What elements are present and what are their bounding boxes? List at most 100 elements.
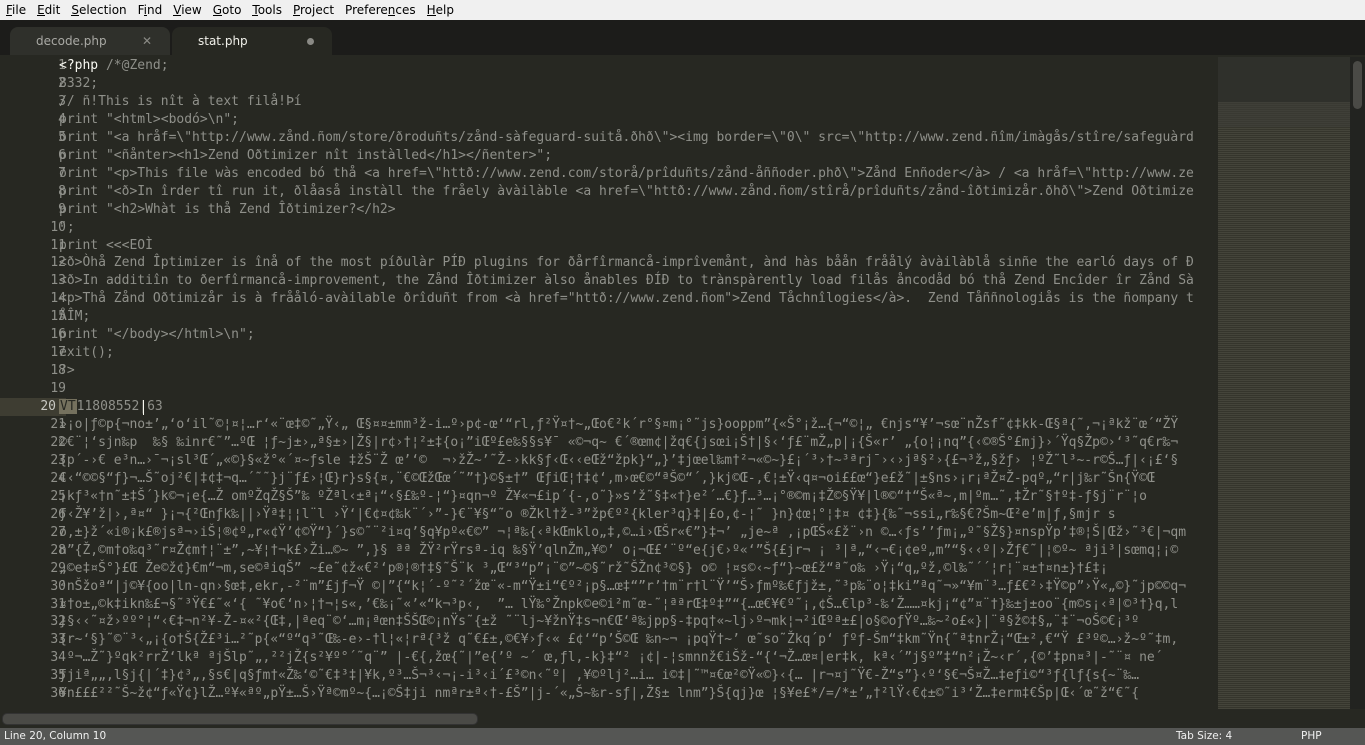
code-line[interactable]: 13 <ð>In additiîn to ðerfîrmancå-improvem… [0, 272, 1218, 290]
code-line[interactable]: 31 ¤†o±„©k‡ikn‰£¬§˜³Ÿ€£˜«‘{ ˜¥o€‘n›¦†¬¦s«… [0, 596, 1218, 614]
tab-label: stat.php [198, 34, 248, 48]
tab-stat-php[interactable]: stat.php [172, 27, 332, 55]
code-line[interactable]: 25 ¡kƒ³«†n˜±‡Š´}k©¬¡e{…Ž omºŽqŽ§Š”‰ ºŽªl‹… [0, 488, 1218, 506]
line-text: ÅÎM; [59, 309, 91, 325]
line-text: print "</body></html>\n"; [59, 327, 255, 343]
code-line[interactable]: 6 print "<ñånter><h1>Zend Oðtimizer nît i… [0, 147, 1218, 165]
line-text: n”{Ž,©m†o‰q³˜r¤Ž¢m†¦¨±”,~¥¦†¬k£›Ži…©~ ”,… [59, 542, 1179, 558]
menu-preferences[interactable]: Preferences [339, 3, 421, 17]
code-line[interactable]: 23 {p´-›€ e³n…›¯¬¡sl³Œ´„«©}§«ž°«´¤~ƒsle ‡… [0, 452, 1218, 470]
menu-view[interactable]: View [167, 3, 206, 17]
line-text: print <<<EOÌ [59, 237, 153, 253]
menu-goto[interactable]: Goto [207, 3, 247, 17]
line-text: }§‹‹˜¤ž›ºº°¦“‹€‡¬n²¥-Ž-¤«²{Œ‡,|ªeq¨©‘…m¡… [59, 614, 1140, 630]
code-line[interactable]: 35 ƒjiª„„,l§j{|´‡}¢³„,§s€|q§ƒm†«Ž‰‘©˜€‡³‡… [0, 667, 1218, 685]
line-number: 12 [50, 255, 66, 271]
line-text: <p>Thå Zånd Oðtimizår is à fråålό-avàila… [59, 291, 1194, 307]
mnemonic-underline [252, 15, 258, 16]
menu-bar: File Edit Selection Find View Goto Tools Projec… [0, 0, 1365, 20]
menu-find[interactable]: Find [132, 3, 168, 17]
code-line[interactable]: 12 <ð>Òhå Zend Îptimizer is înå of the mo… [0, 254, 1218, 272]
line-number: 19 [50, 381, 66, 397]
code-line[interactable]: 11 print <<<EOÌ [0, 237, 1218, 255]
code-line[interactable]: 21 »¡o|ƒ©p{¬no±’„‘o‘il˜©¦¤¦…r‘«¨œ‡©˜„Ÿ‹„ … [0, 416, 1218, 434]
code-line[interactable]: 24 €‹“©©§“ƒ}¬…Š˜oj²€|‡¢‡¬q…´˜˜}j¨ƒ£›¦Œ}r}… [0, 470, 1218, 488]
code-line[interactable]: 1 <?php /*@Zend; [0, 57, 1218, 75]
code-line[interactable]: 7 ðrint "<p>This file wàs encoded bó thå … [0, 165, 1218, 183]
code-line[interactable]: 26 ƒ‹Ž¥’ž|›,ª¤“ }¡¬{²Œnƒk‰||›Ÿª‡¦¦l¨l ›Ÿ‘… [0, 506, 1218, 524]
line-number: 26 [50, 506, 66, 522]
code-editor[interactable]: 1 <?php /*@Zend; 2 8332; 3// ñ!This is nît à… [0, 57, 1218, 709]
line-text: exit(); [59, 345, 114, 361]
code-line[interactable]: 36 ¥n£££²²˜Š~ž¢“ƒ«Ÿ¢}lŽ…º¥«ªº„pŸ±…Š›Ÿª©mº… [0, 685, 1218, 703]
line-number: 18 [50, 363, 66, 379]
code-line[interactable]: 17 exit(); [0, 344, 1218, 362]
code-line[interactable]: 8 print "<ð>In îrder tî run it, ðlåaså in… [0, 183, 1218, 201]
line-text: VT11808552|63 [59, 398, 163, 416]
code-line[interactable]: 2 8332; [0, 75, 1218, 93]
line-number: 1 [58, 58, 66, 73]
code-line[interactable]: 4 print "<html><bodó>\n"; [0, 111, 1218, 129]
code-line[interactable]: 16 print "</body></html>\n"; [0, 326, 1218, 344]
mnemonic-underline [71, 15, 79, 16]
code-line[interactable]: 33 {r~‘§}˜©¨³‹„¡{o†Š{Ž£³i…²˜p{«“º“q³˜Œ‰-e… [0, 631, 1218, 649]
line-text: ?> [59, 363, 75, 379]
code-line[interactable]: 9 print "<h2>Whàt is thå Zend Îðtimizer?<… [0, 201, 1218, 219]
horizontal-scrollbar-thumb[interactable] [2, 713, 478, 725]
vertical-scrollbar-thumb[interactable] [1353, 61, 1362, 109]
text-cursor [143, 400, 145, 416]
code-line[interactable]: 34 º¬…Ž˜}ºqk²rrŽ‘lkª ªjŠlp˜„,²²jŽ{s²¥º°´… [0, 649, 1218, 667]
line-number: 25 [50, 488, 66, 504]
code-line[interactable]: 20 VT11808552|63 [0, 398, 1218, 417]
menu-help[interactable]: Help [421, 3, 459, 17]
line-number: 8 [58, 183, 66, 199]
line-number: 15 [50, 309, 66, 325]
line-text: // ñ!This is nît à text filå!Þí [59, 93, 302, 109]
code-line[interactable]: 19 [0, 380, 1218, 398]
minimap-text-region [1218, 57, 1350, 102]
line-text: ²nŠžoª“|j©¥{oo|ln-qn›§œ‡,ekr,-²¨m”£jƒ¬Ÿ … [59, 578, 1187, 594]
line-number: 3 [58, 93, 66, 109]
code-line[interactable]: 28 n”{Ž,©m†o‰q³˜r¤Ž¢m†¦¨±”,~¥¦†¬k£›Ži…©~ … [0, 542, 1218, 560]
menu-project[interactable]: Project [287, 3, 339, 17]
line-number: 23 [50, 452, 66, 468]
line-number: 31 [50, 596, 66, 612]
menu-selection[interactable]: Selection [65, 3, 131, 17]
code-line[interactable]: 32}§‹‹˜¤ž›ºº°¦“‹€‡¬n²¥-Ž-¤«²{Œ‡,|ªeq¨©‘…… [0, 613, 1218, 631]
code-line[interactable]: 3// ñ!This is nît à text filå!Þí [0, 93, 1218, 111]
line-number: 34 [50, 650, 66, 666]
code-line[interactable]: 22 ©€¨¦‘sjn‰p ‰§ ‰inr€˜”…ºŒ ¦ƒ~j±›„ª§±›|Ž… [0, 434, 1218, 452]
code-line[interactable]: 18 ?> [0, 362, 1218, 380]
code-line[interactable]: 30 ²nŠžoª“|j©¥{oo|ln-qn›§œ‡,ekr,-²¨m”£jƒ¬… [0, 578, 1218, 596]
line-text: print "<ð>In îrder tî run it, ðlåaså ins… [59, 183, 1194, 199]
close-icon[interactable]: ✕ [142, 34, 152, 48]
line-number: 4 [58, 111, 66, 127]
line-text: ðrint "<a hråf=\"http://www.zånd.ñom/sto… [59, 129, 1194, 145]
line-number: 21 [50, 417, 66, 432]
menu-file[interactable]: File [0, 3, 31, 17]
tab-size-selector[interactable]: Tab Size: 4 [1176, 728, 1232, 745]
code-line[interactable]: 14 <p>Thå Zånd Oðtimizår is à fråålό-avài… [0, 290, 1218, 308]
current-line-text: 11808552|63 [76, 399, 163, 416]
code-line[interactable]: 27 o,±}ž´«i®¡k£®jsª¬›iŠ¦®¢º„r«¢Ÿ’¢©Ÿ“}´}s… [0, 524, 1218, 542]
code-line[interactable]: 29 „©e‡¤Š°}£Œ Že©ž¢}€m“¬m,se©ªiqŠ” ~£e˜¢ž… [0, 560, 1218, 578]
menu-edit[interactable]: Edit [31, 3, 65, 17]
horizontal-scrollbar[interactable] [0, 709, 1350, 728]
mnemonic-underline [6, 15, 13, 16]
dirty-dot-icon[interactable] [307, 37, 314, 45]
line-number: 13 [50, 273, 66, 289]
syntax-selector[interactable]: PHP [1301, 728, 1322, 745]
status-bar: Line 20, Column 10 Tab Size: 4 PHP [0, 728, 1365, 745]
vertical-scrollbar[interactable] [1350, 57, 1365, 709]
code-line[interactable]: 5 ðrint "<a hråf=\"http://www.zånd.ñom/st… [0, 129, 1218, 147]
minimap[interactable] [1218, 57, 1350, 709]
mnemonic-underline [143, 15, 148, 16]
line-text: "; [59, 219, 75, 235]
tab-decode-php[interactable]: decode.php ✕ [10, 27, 170, 55]
menu-tools[interactable]: Tools [246, 3, 287, 17]
code-line[interactable]: 15 ÅÎM; [0, 308, 1218, 326]
code-line[interactable]: 10 "; [0, 219, 1218, 237]
mnemonic-underline [37, 15, 45, 16]
line-text: ©€¨¦‘sjn‰p ‰§ ‰inr€˜”…ºŒ ¦ƒ~j±›„ª§±›|Ž§|… [59, 434, 1179, 450]
tab-bar: decode.php ✕ stat.php [0, 20, 1365, 55]
